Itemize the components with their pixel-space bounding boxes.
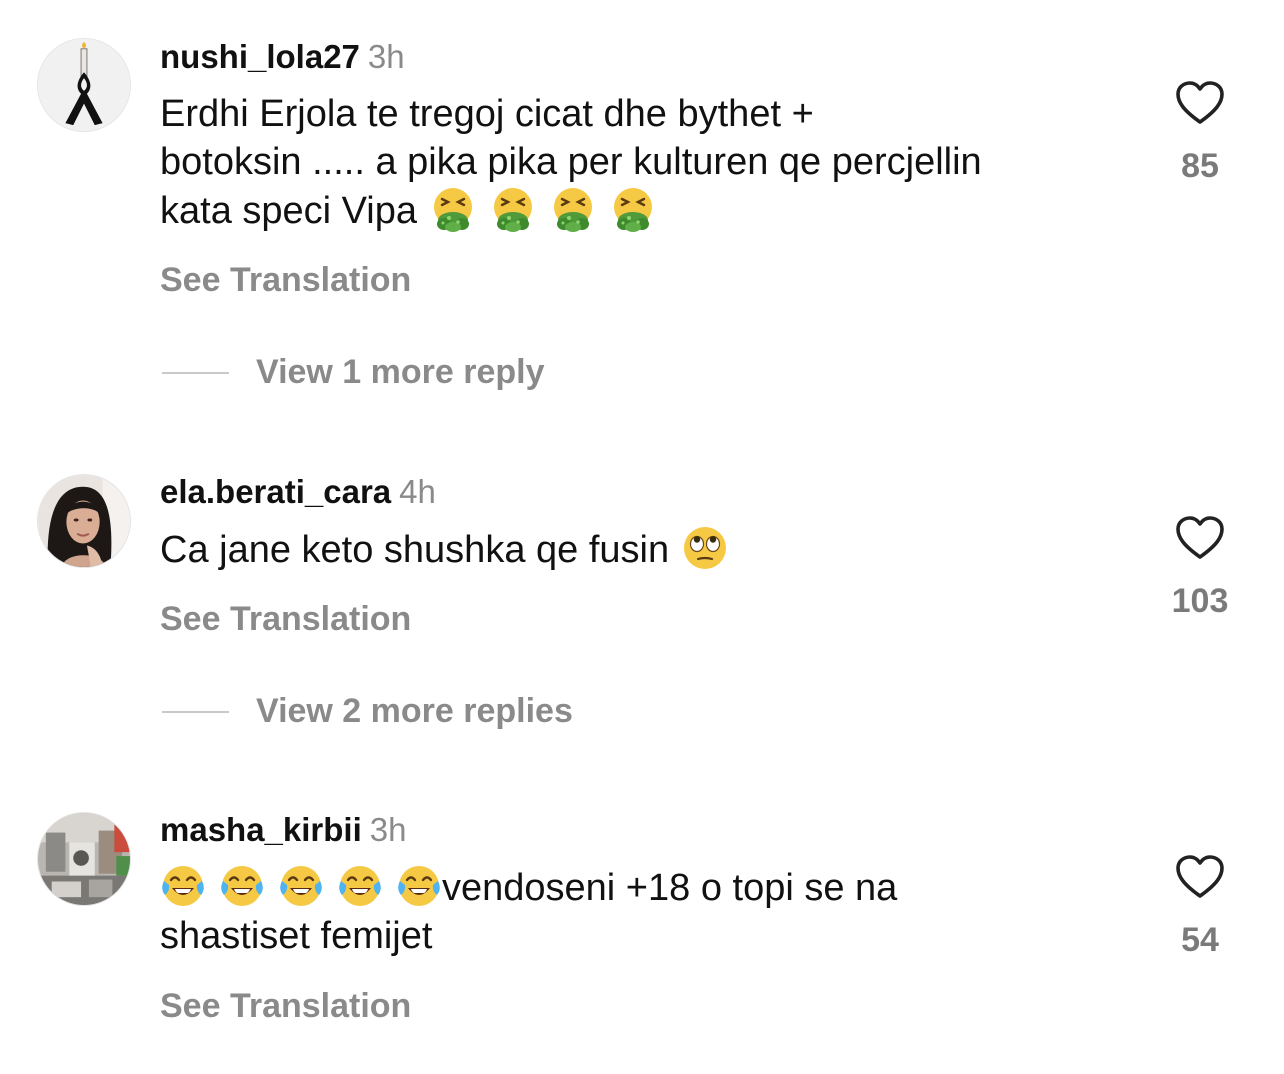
heart-icon[interactable]: [1175, 80, 1225, 126]
see-translation-button[interactable]: See Translation: [160, 986, 411, 1026]
username[interactable]: ela.berati_cara: [160, 473, 391, 510]
like-count: 54: [1181, 921, 1219, 959]
like-control: 103: [1160, 515, 1240, 621]
username[interactable]: nushi_lola27: [160, 38, 360, 75]
comment-line: kata speci Vipa: [160, 186, 1120, 235]
comment-text: Erdhi Erjola te tregoj cicat dhe bythet …: [160, 90, 1120, 235]
username[interactable]: masha_kirbii: [160, 811, 362, 848]
comment-line: Ca jane keto shushka qe fusin: [160, 525, 1120, 574]
face-with-tears-of-joy-icon: [278, 863, 324, 909]
face-with-tears-of-joy-icon: [396, 863, 442, 909]
timestamp: 4h: [399, 473, 436, 510]
face-with-tears-of-joy-icon: [337, 863, 383, 909]
vomiting-face-icon: [610, 186, 656, 232]
view-replies-label: View 2 more replies: [256, 692, 573, 730]
comment-header: masha_kirbii 3h: [160, 810, 407, 850]
face-with-tears-of-joy-icon: [219, 863, 265, 909]
vomiting-face-icon: [490, 186, 536, 232]
comment-line: shastiset femijet: [160, 915, 433, 957]
comment-line: vendoseni +18 o topi se na: [160, 863, 1120, 912]
avatar[interactable]: [37, 38, 131, 132]
comment-line-text: vendoseni +18 o topi se na: [442, 867, 898, 909]
like-count: 85: [1181, 147, 1219, 185]
comment-line-text: kata speci Vipa: [160, 190, 418, 232]
see-translation-button[interactable]: See Translation: [160, 599, 411, 639]
face-with-rolling-eyes-icon: [682, 525, 728, 571]
view-replies-label: View 1 more reply: [256, 353, 545, 391]
comment-text: vendoseni +18 o topi se na shastiset fem…: [160, 863, 1120, 960]
profile-photo-icon: [38, 475, 130, 567]
timestamp: 3h: [367, 38, 405, 75]
heart-icon[interactable]: [1175, 515, 1225, 561]
comment-line-text: Ca jane keto shushka qe fusin: [160, 529, 670, 571]
replies-divider: [162, 372, 229, 374]
face-with-tears-of-joy-icon: [160, 863, 206, 909]
like-count: 103: [1171, 582, 1229, 620]
avatar[interactable]: [37, 812, 131, 906]
comment-line: botoksin ..... a pika pika per kulturen …: [160, 141, 982, 183]
replies-divider: [162, 711, 229, 713]
see-translation-button[interactable]: See Translation: [160, 260, 411, 300]
heart-icon[interactable]: [1175, 854, 1225, 900]
vomiting-face-icon: [550, 186, 596, 232]
comment-header: nushi_lola27 3h: [160, 37, 405, 77]
timestamp: 3h: [369, 811, 407, 848]
like-control: 85: [1160, 80, 1240, 186]
profile-photo-icon: [38, 813, 130, 905]
comment-header: ela.berati_cara 4h: [160, 472, 436, 512]
avatar[interactable]: [37, 474, 131, 568]
vomiting-face-icon: [430, 186, 476, 232]
comment-line: Erdhi Erjola te tregoj cicat dhe bythet …: [160, 93, 814, 135]
like-control: 54: [1160, 854, 1240, 960]
black-ribbon-icon: [38, 39, 130, 131]
comment-text: Ca jane keto shushka qe fusin: [160, 525, 1120, 574]
